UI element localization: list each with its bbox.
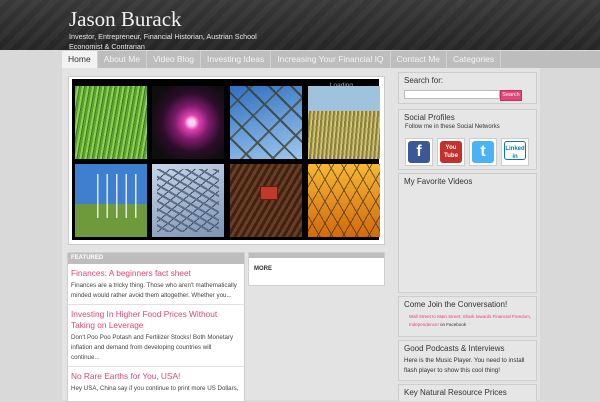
slide-steel-structure-image[interactable]: [230, 86, 302, 159]
facebook-icon[interactable]: f: [405, 138, 433, 166]
nav-item-investing-ideas[interactable]: Investing Ideas: [201, 51, 272, 68]
slide-grain-field-image[interactable]: [308, 86, 380, 159]
image-slider[interactable]: Loading: [68, 76, 385, 245]
nav-item-financial-iq[interactable]: Increasing Your Financial IQ: [271, 51, 391, 68]
social-widget-title: Social Profiles: [404, 113, 455, 122]
post-title-link[interactable]: Investing In Higher Food Prices Without …: [71, 309, 241, 331]
conversation-text: Wall Street to Main Street: Shark toward…: [399, 309, 536, 329]
featured-post: Investing In Higher Food Prices Without …: [68, 305, 244, 367]
search-widget-title: Search for:: [404, 76, 444, 85]
conversation-line[interactable]: Wall Street to Main Street: Shark toward…: [409, 314, 531, 319]
youtube-icon[interactable]: You Tube: [437, 138, 465, 166]
main-nav: Home About Me Video Blog Investing Ideas…: [62, 51, 600, 68]
site-tagline: Investor, Entrepreneur, Financial Histor…: [69, 32, 257, 51]
more-label[interactable]: MORE: [249, 258, 384, 272]
featured-post: Finances: A beginners fact sheet Finance…: [68, 264, 244, 305]
slide-wheat-image[interactable]: [75, 86, 147, 159]
post-excerpt: Hey USA, China say if you continue to pr…: [71, 385, 239, 392]
more-box: MORE: [248, 252, 385, 286]
social-icons-row: f You Tube t Linked in: [405, 138, 535, 166]
site-title[interactable]: Jason Burack: [69, 7, 182, 32]
videos-widget-title: My Favorite Videos: [404, 177, 473, 186]
search-button[interactable]: Search: [500, 90, 522, 101]
nav-item-video-blog[interactable]: Video Blog: [147, 51, 202, 68]
conversation-widget-title: Come Join the Conversation!: [404, 300, 508, 309]
facebook-link[interactable]: on Facebook: [440, 322, 466, 327]
conversation-line-2[interactable]: Independence!: [409, 322, 439, 327]
slider-frame: Loading: [72, 79, 380, 240]
favorite-videos-widget: My Favorite Videos: [398, 173, 537, 293]
slide-power-lines-image[interactable]: [308, 164, 380, 237]
resource-prices-widget: Key Natural Resource Prices: [398, 384, 537, 401]
site-header: Jason Burack Investor, Entrepreneur, Fin…: [0, 0, 600, 51]
slide-nails-image[interactable]: [152, 164, 224, 237]
podcasts-widget: Good Podcasts & Interviews Here is the M…: [398, 340, 537, 381]
twitter-icon[interactable]: t: [469, 138, 497, 166]
slide-flower-image[interactable]: [152, 86, 224, 159]
prices-widget-title: Key Natural Resource Prices: [404, 388, 507, 397]
podcasts-widget-title: Good Podcasts & Interviews: [404, 344, 505, 353]
slide-harvester-image[interactable]: [230, 164, 302, 237]
nav-item-categories[interactable]: Categories: [447, 51, 502, 68]
linkedin-icon[interactable]: Linked in: [501, 138, 529, 166]
post-excerpt: Finances are a tricky thing. Those who a…: [71, 282, 237, 299]
post-title-link[interactable]: Finances: A beginners fact sheet: [71, 268, 241, 279]
conversation-widget: Come Join the Conversation! Wall Street …: [398, 296, 537, 337]
featured-heading: FEATURED: [68, 253, 244, 264]
search-input[interactable]: [404, 90, 500, 99]
nav-item-about-me[interactable]: About Me: [98, 51, 148, 68]
social-profiles-widget: Social Profiles Follow me in these Socia…: [398, 109, 537, 170]
podcasts-player-text: Here is the Music Player. You need to in…: [404, 357, 525, 374]
post-excerpt: Don't Poo Poo Potash and Fertilizer Stoc…: [71, 334, 234, 361]
featured-post: No Rare Earths for You, USA! Hey USA, Ch…: [68, 367, 244, 397]
search-widget: Search for: Search: [398, 72, 537, 104]
nav-item-home[interactable]: Home: [62, 51, 98, 68]
nav-item-contact-me[interactable]: Contact Me: [391, 51, 448, 68]
slide-wind-turbines-image[interactable]: [75, 164, 147, 237]
social-widget-desc: Follow me in these Social Networks: [405, 124, 500, 130]
featured-posts-box: FEATURED Finances: A beginners fact shee…: [67, 252, 245, 402]
post-title-link[interactable]: No Rare Earths for You, USA!: [71, 371, 241, 382]
